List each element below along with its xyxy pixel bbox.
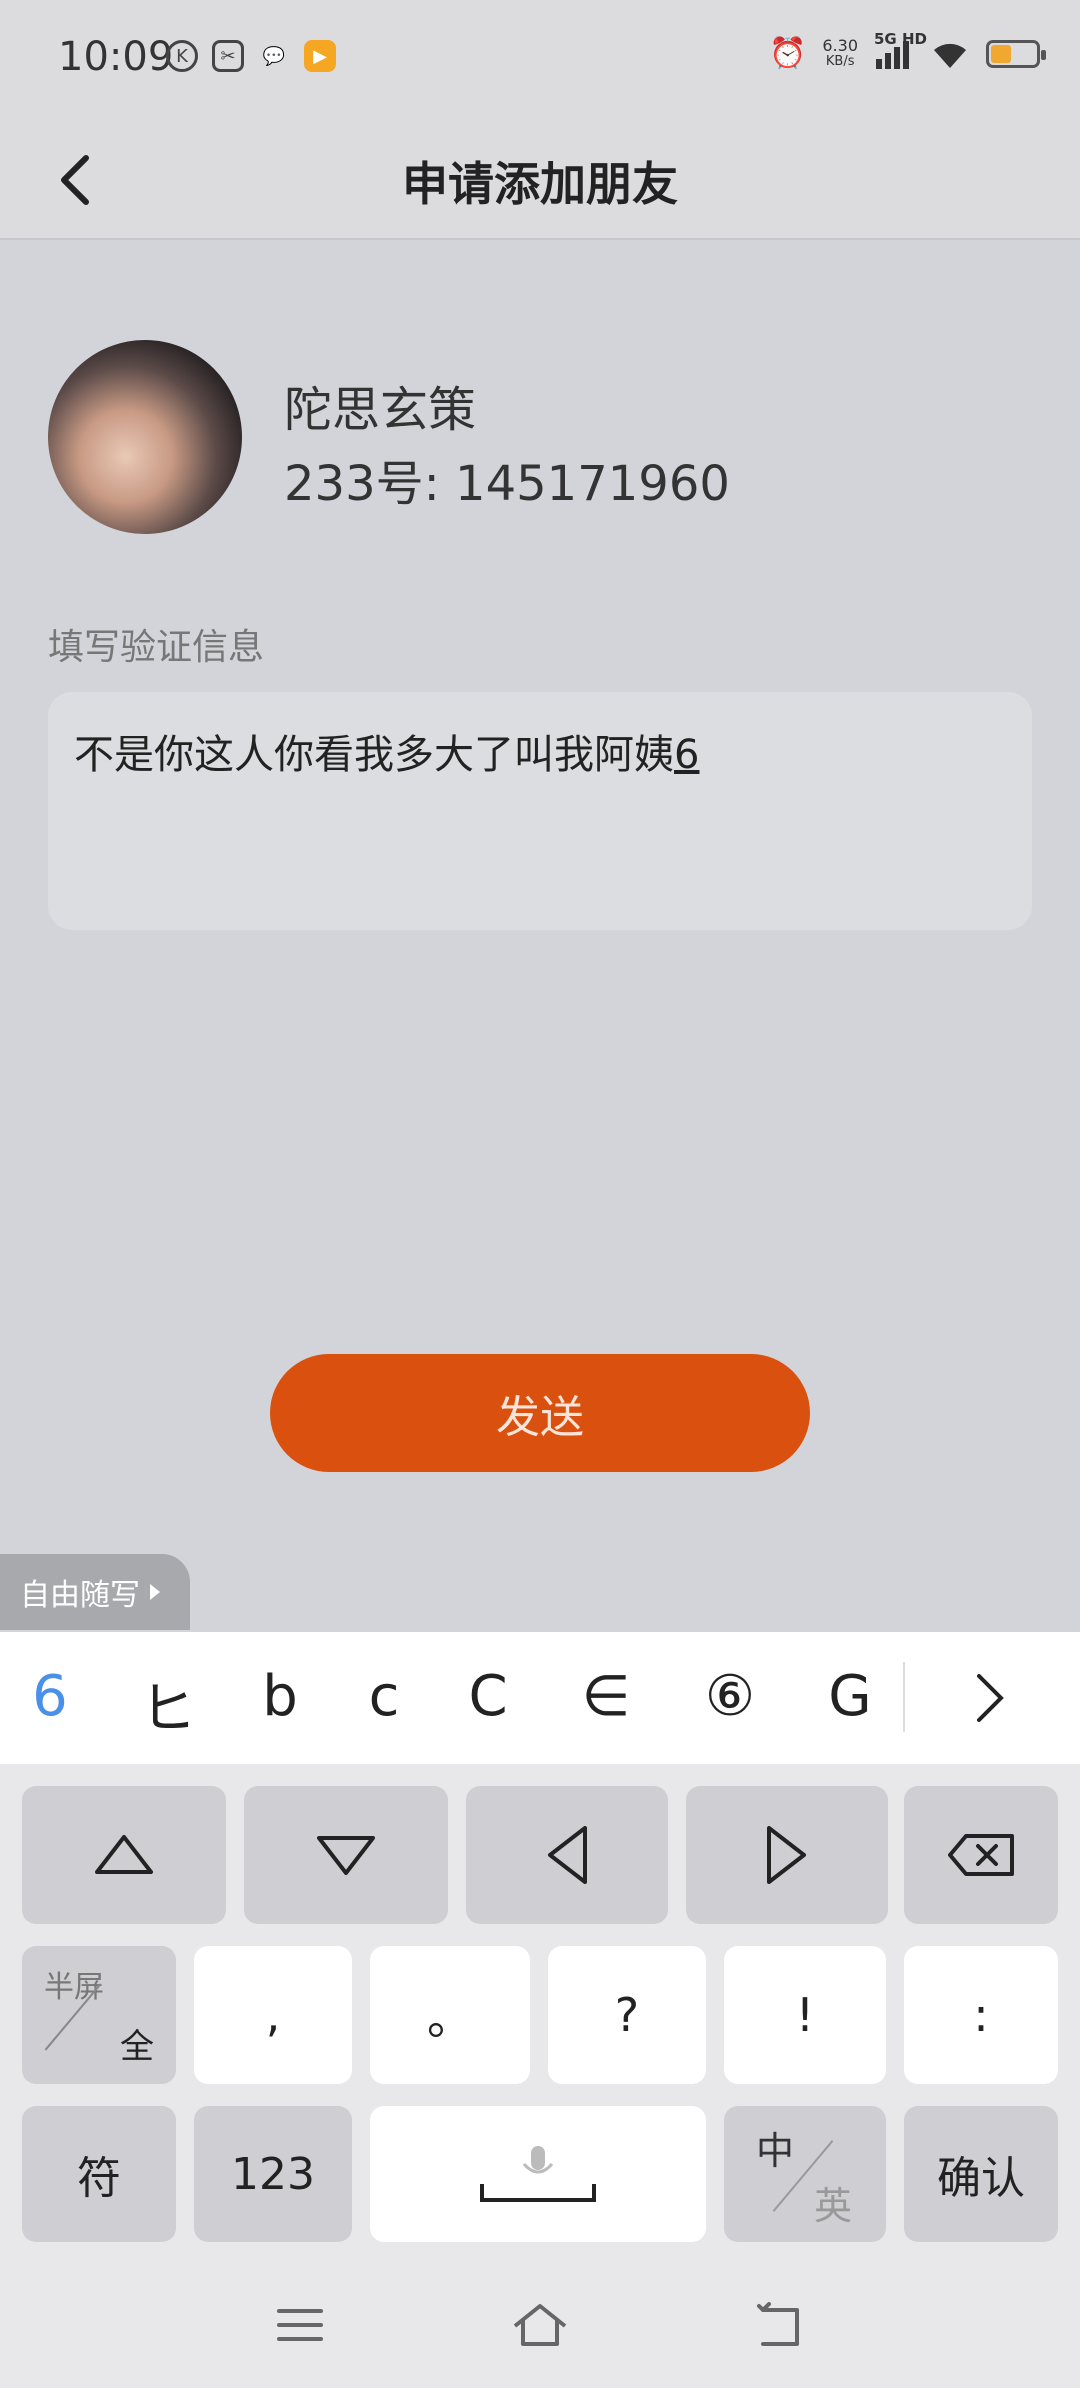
candidate-3[interactable]: b <box>240 1664 320 1729</box>
up-arrow-icon <box>95 1835 153 1874</box>
k-app-icon: K <box>166 40 198 72</box>
cursor-right-key[interactable] <box>686 1786 888 1924</box>
status-bar: 10:09 K ✂ 💬 ▶ ⏰ 6.30 KB/s 5G HD <box>0 0 1080 120</box>
send-button[interactable]: 发送 <box>270 1354 810 1472</box>
half-screen-label: 半屏 <box>44 1970 104 2005</box>
home-button[interactable] <box>505 2290 575 2360</box>
wifi-icon <box>934 43 966 68</box>
message-text: 不是你这人你看我多大了叫我阿姨 <box>74 732 674 778</box>
candidate-4[interactable]: c <box>344 1664 424 1729</box>
freewrite-tab[interactable]: 自由随写 <box>0 1554 190 1630</box>
half-full-screen-key[interactable]: 半屏 全 <box>22 1946 176 2084</box>
en-label: 英 <box>813 2184 852 2228</box>
candidate-7[interactable]: ⑥ <box>690 1664 770 1729</box>
battery-icon <box>986 39 1046 68</box>
cursor-down-key[interactable] <box>244 1786 448 1924</box>
triangle-right-icon <box>150 1584 160 1600</box>
microphone-space-icon <box>480 2146 596 2202</box>
menu-icon <box>277 2309 323 2341</box>
verify-message-input[interactable]: 不是你这人你看我多大了叫我阿姨6 <box>48 692 1032 930</box>
video-app-icon: ▶ <box>304 40 336 72</box>
menu-button[interactable] <box>265 2290 335 2360</box>
left-arrow-icon <box>548 1826 587 1884</box>
candidate-6[interactable]: ∈ <box>566 1664 646 1729</box>
back-nav-button[interactable] <box>745 2290 815 2360</box>
status-notification-icons: K ✂ 💬 ▶ <box>166 40 336 72</box>
down-arrow-icon <box>317 1836 375 1875</box>
alarm-icon: ⏰ <box>769 36 807 71</box>
period-key[interactable]: 。 <box>370 1946 530 2084</box>
right-arrow-icon <box>767 1826 806 1884</box>
scissor-app-icon: ✂ <box>212 40 244 72</box>
avatar[interactable] <box>48 340 242 534</box>
space-key[interactable] <box>370 2106 706 2242</box>
verify-label: 填写验证信息 <box>48 627 265 668</box>
status-time: 10:09 <box>58 34 174 80</box>
backspace-icon <box>948 1834 1014 1876</box>
cursor-up-key[interactable] <box>22 1786 226 1924</box>
candidate-8[interactable]: G <box>810 1664 890 1729</box>
exclamation-key[interactable]: ! <box>724 1946 886 2084</box>
question-key[interactable]: ? <box>548 1946 706 2084</box>
chevron-right-icon <box>977 1674 1004 1722</box>
expand-candidates-button[interactable] <box>960 1668 1020 1728</box>
nav-bar: 申请添加朋友 <box>0 120 1080 240</box>
comma-key[interactable]: , <box>194 1946 352 2084</box>
backspace-key[interactable] <box>904 1786 1058 1924</box>
page-title: 申请添加朋友 <box>402 157 678 211</box>
home-icon <box>513 2304 567 2346</box>
confirm-key[interactable]: 确认 <box>904 2106 1058 2242</box>
candidate-2[interactable]: ヒ <box>128 1664 208 1745</box>
user-id: 233号: 145171960 <box>284 456 730 512</box>
cell-signal-icon: 5G HD <box>874 30 927 69</box>
composing-text: 6 <box>674 732 700 778</box>
zh-en-switch-key[interactable]: 中 英 <box>724 2106 886 2242</box>
number-key[interactable]: 123 <box>194 2106 352 2242</box>
status-right: ⏰ 6.30 KB/s 5G HD <box>769 30 1046 71</box>
candidate-bar: 6 ヒ b c C ∈ ⑥ G <box>0 1632 1080 1764</box>
candidate-1[interactable]: 6 <box>10 1664 90 1729</box>
candidate-divider <box>903 1662 905 1732</box>
wechat-icon: 💬 <box>262 45 286 67</box>
return-icon <box>757 2302 799 2346</box>
colon-key[interactable]: : <box>904 1946 1058 2084</box>
zh-label: 中 <box>756 2129 795 2173</box>
system-nav-bar <box>0 2290 1080 2360</box>
cursor-left-key[interactable] <box>466 1786 668 1924</box>
freewrite-label: 自由随写 <box>20 1578 140 1613</box>
user-name: 陀思玄策 <box>284 382 477 438</box>
symbol-key[interactable]: 符 <box>22 2106 176 2242</box>
full-screen-label: 全 <box>120 2027 154 2067</box>
net-speed: 6.30 KB/s <box>822 35 858 69</box>
candidate-5[interactable]: C <box>448 1664 528 1729</box>
